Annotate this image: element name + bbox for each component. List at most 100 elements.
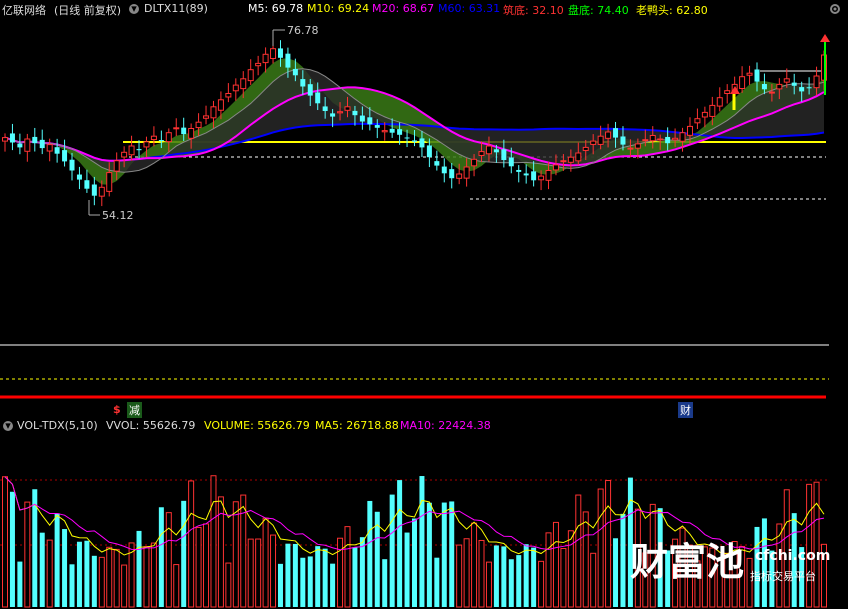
volume-bar — [307, 556, 313, 607]
candle — [240, 78, 247, 90]
candle — [709, 104, 716, 117]
volume-bar — [575, 494, 582, 608]
volume-bar — [2, 476, 8, 608]
vol-indicator-name[interactable]: VOL-TDX(5,10) — [17, 419, 98, 432]
candle — [590, 140, 597, 145]
volume-bar — [337, 537, 344, 608]
candle — [165, 132, 172, 143]
volume-bar — [91, 555, 97, 607]
candle — [315, 92, 321, 104]
candle — [463, 166, 470, 179]
volume-bar — [813, 481, 820, 608]
volume-bar — [382, 559, 388, 607]
volume-bar — [62, 529, 68, 607]
candle — [634, 143, 641, 149]
volume-bar — [195, 526, 202, 608]
candle — [143, 141, 150, 148]
volume-bar — [560, 548, 567, 608]
candle — [746, 72, 753, 76]
candle — [136, 149, 142, 151]
volume-bar — [240, 494, 247, 608]
candle — [46, 144, 53, 152]
candle — [2, 137, 8, 142]
volume-value: VOLUME: 55626.79 — [204, 419, 310, 432]
watermark-brand: 财富池 — [630, 540, 745, 584]
volume-bar — [582, 511, 589, 608]
candle — [538, 175, 545, 181]
candle — [672, 137, 679, 141]
candle — [128, 145, 135, 156]
candle — [560, 160, 567, 163]
marker-cai: 财 — [678, 402, 693, 418]
ma5-value: MA5: 26718.88 — [315, 419, 399, 432]
candle — [270, 48, 277, 59]
volume-bar — [485, 561, 492, 608]
candle — [337, 111, 344, 114]
candle — [799, 87, 805, 92]
candle — [501, 149, 507, 160]
chevron-down-icon[interactable]: ▾ — [3, 420, 13, 431]
volume-bar — [367, 500, 373, 607]
candle — [441, 166, 447, 174]
candle — [381, 130, 388, 133]
volume-bar — [143, 546, 150, 608]
candle — [686, 125, 693, 136]
candle — [188, 128, 195, 139]
candle — [412, 140, 417, 142]
volume-bar — [419, 476, 425, 607]
marker-s: $ — [113, 403, 121, 416]
candle — [262, 53, 269, 64]
volume-bar — [374, 511, 380, 607]
volume-bar — [173, 564, 180, 608]
ma10-value: MA10: 22424.38 — [400, 419, 491, 432]
volume-bar — [776, 523, 783, 608]
up-arrow-icon — [730, 86, 740, 94]
volume-bar — [46, 539, 53, 608]
volume-bar — [165, 512, 172, 608]
candle — [426, 145, 432, 158]
volume-bar — [181, 500, 187, 607]
volume-bar — [17, 561, 23, 607]
candle — [17, 143, 23, 148]
candle — [813, 75, 820, 89]
volume-bar — [389, 494, 395, 607]
volume-bar — [322, 548, 328, 607]
volume-bar — [128, 542, 135, 608]
volume-bar — [620, 513, 626, 607]
candle — [158, 140, 164, 142]
candle — [783, 78, 790, 83]
candle — [493, 149, 499, 153]
candle — [69, 159, 75, 171]
candle — [150, 135, 157, 141]
candle — [255, 62, 262, 67]
volume-bar — [225, 562, 232, 608]
candle — [217, 99, 224, 111]
candle — [76, 174, 82, 180]
candle — [716, 97, 723, 107]
volume-bar — [300, 557, 306, 607]
volume-bar — [605, 480, 612, 608]
volume-bar — [315, 546, 321, 607]
candle — [247, 69, 254, 82]
candle — [739, 76, 746, 89]
volume-bar — [330, 563, 336, 607]
candle — [285, 53, 291, 68]
volume-bar — [508, 559, 514, 607]
candle — [523, 173, 529, 176]
volume-bar — [158, 507, 164, 607]
volume-bar — [9, 491, 15, 607]
candle — [508, 157, 514, 167]
candle — [575, 152, 582, 162]
candle — [597, 135, 604, 145]
volume-bar — [247, 538, 254, 608]
candle — [322, 106, 328, 111]
vol-ma10-line — [4, 476, 825, 551]
candle — [292, 68, 298, 76]
volume-bar — [270, 534, 277, 608]
volume-bar — [217, 496, 224, 608]
candle — [389, 128, 395, 133]
candle — [32, 136, 38, 144]
volume-bar — [121, 564, 128, 608]
volume-bar — [478, 539, 485, 608]
candle — [649, 135, 656, 142]
